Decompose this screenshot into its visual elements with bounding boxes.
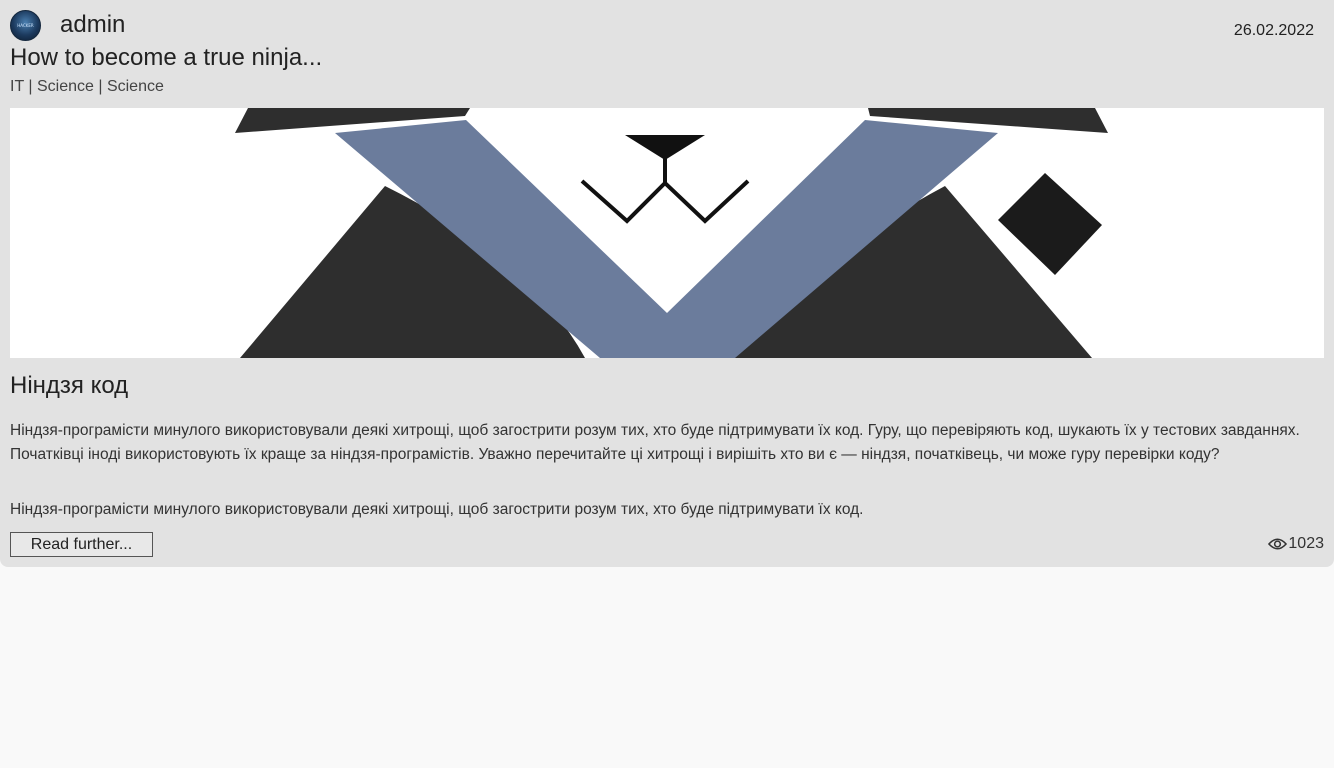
view-count: 1023 bbox=[1288, 535, 1324, 552]
post-categories: IT | Science | Science bbox=[10, 78, 164, 95]
post-body: Ніндзя-програмісти минулого використовув… bbox=[10, 422, 1300, 463]
post-subtitle: Ніндзя код bbox=[10, 372, 129, 399]
view-counter: 1023 bbox=[1268, 534, 1324, 554]
post-date: 26.02.2022 bbox=[1233, 22, 1314, 39]
author-name[interactable]: admin bbox=[60, 9, 125, 41]
nose-shape bbox=[625, 135, 705, 160]
post-title[interactable]: How to become a true ninja... bbox=[10, 43, 322, 73]
eye-icon bbox=[1268, 538, 1288, 550]
avatar-logo-text: HACKER bbox=[17, 22, 34, 28]
mouth-lines bbox=[580, 179, 750, 224]
post-card: HACKER admin 26.02.2022 How to become a … bbox=[0, 0, 1334, 567]
post-header: HACKER admin bbox=[10, 9, 125, 41]
post-cover-image bbox=[10, 108, 1324, 358]
badge-square bbox=[998, 173, 1102, 275]
ninja-illustration bbox=[235, 108, 1108, 358]
read-further-button[interactable]: Read further... bbox=[10, 532, 153, 557]
author-avatar[interactable]: HACKER bbox=[10, 9, 41, 41]
post-excerpt: Ніндзя-програмісти минулого використовув… bbox=[10, 501, 864, 518]
